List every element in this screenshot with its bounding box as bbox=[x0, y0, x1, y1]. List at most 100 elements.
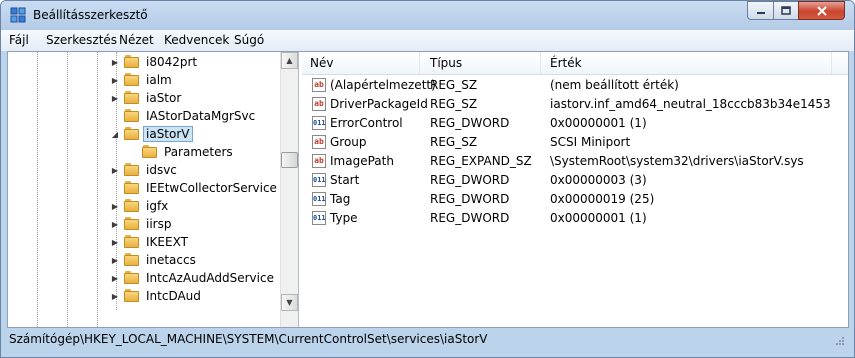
tree-item-label: iaStor bbox=[146, 91, 182, 105]
close-icon bbox=[816, 5, 827, 16]
tree-item[interactable]: Parameters bbox=[128, 143, 236, 161]
column-divider[interactable] bbox=[540, 52, 541, 74]
dword-value-icon: 011 bbox=[312, 211, 326, 225]
tree-item[interactable]: ▶ inetaccs bbox=[110, 251, 199, 269]
dword-value-icon: 011 bbox=[312, 192, 326, 206]
column-header-type[interactable]: Típus bbox=[430, 56, 462, 70]
minimize-icon bbox=[756, 11, 765, 14]
expand-arrow-icon[interactable]: ▶ bbox=[110, 291, 120, 301]
string-value-icon: ab bbox=[312, 135, 326, 149]
expand-arrow-icon[interactable]: ▶ bbox=[110, 219, 120, 229]
scroll-up-button[interactable]: ▲ bbox=[281, 52, 298, 69]
folder-icon bbox=[124, 109, 140, 123]
list-header: Név Típus Érték bbox=[302, 52, 848, 75]
value-row[interactable]: 011 Tag REG_DWORD 0x00000019 (25) bbox=[302, 190, 848, 209]
expand-arrow-icon[interactable]: ▶ bbox=[110, 237, 120, 247]
tree-item[interactable]: ▶ ialm bbox=[110, 71, 175, 89]
expand-arrow-icon[interactable]: ▶ bbox=[110, 75, 120, 85]
tree-item[interactable]: ▶ iirsp bbox=[110, 215, 174, 233]
menu-file[interactable]: Fájl bbox=[9, 33, 29, 47]
tree-item-selected[interactable]: ◢ iaStorV bbox=[110, 125, 193, 143]
resize-grip-icon[interactable] bbox=[835, 336, 845, 346]
dword-value-icon: 011 bbox=[312, 116, 326, 130]
column-header-name[interactable]: Név bbox=[310, 56, 333, 70]
value-data: 0x00000001 (1) bbox=[550, 211, 647, 225]
no-expander bbox=[128, 147, 138, 157]
value-data: iastorv.inf_amd64_neutral_18cccb83b34e14… bbox=[550, 97, 831, 111]
folder-icon bbox=[124, 199, 140, 213]
value-name: (Alapértelmezett) bbox=[330, 78, 436, 92]
values-list: Név Típus Érték ab (Alapértelmezett) REG… bbox=[302, 52, 848, 327]
expand-arrow-icon[interactable]: ▶ bbox=[110, 255, 120, 265]
maximize-icon bbox=[781, 5, 791, 15]
tree-item-label: IntcAzAudAddService bbox=[146, 271, 274, 285]
tree-item[interactable]: ▶ igfx bbox=[110, 197, 171, 215]
menu-edit[interactable]: Szerkesztés bbox=[46, 33, 117, 47]
value-row[interactable]: ab DriverPackageId REG_SZ iastorv.inf_am… bbox=[302, 95, 848, 114]
string-value-icon: ab bbox=[312, 154, 326, 168]
key-tree: ▶ i8042prt ▶ ialm ▶ iaStor IAStorDataMgr… bbox=[8, 52, 299, 327]
expand-arrow-icon[interactable]: ▶ bbox=[110, 165, 120, 175]
menu-favorites[interactable]: Kedvencek bbox=[164, 33, 229, 47]
folder-icon bbox=[124, 163, 140, 177]
tree-item[interactable]: ▶ idsvc bbox=[110, 161, 180, 179]
value-type: REG_DWORD bbox=[430, 116, 510, 130]
value-row[interactable]: ab Group REG_SZ SCSI Miniport bbox=[302, 133, 848, 152]
value-row[interactable]: 011 Type REG_DWORD 0x00000001 (1) bbox=[302, 209, 848, 228]
window-title: Beállításszerkesztő bbox=[33, 8, 148, 22]
value-name: Tag bbox=[330, 192, 351, 206]
folder-icon bbox=[124, 235, 140, 249]
folder-icon bbox=[124, 217, 140, 231]
tree-item-label: ialm bbox=[146, 73, 172, 87]
value-name: Start bbox=[330, 173, 360, 187]
value-type: REG_SZ bbox=[430, 135, 478, 149]
value-data: 0x00000019 (25) bbox=[550, 192, 655, 206]
expand-arrow-icon[interactable]: ▶ bbox=[110, 93, 120, 103]
tree-item[interactable]: ▶ iaStor bbox=[110, 89, 184, 107]
column-divider[interactable] bbox=[419, 52, 420, 74]
menu-view[interactable]: Nézet bbox=[119, 33, 154, 47]
value-row[interactable]: 011 Start REG_DWORD 0x00000003 (3) bbox=[302, 171, 848, 190]
tree-item[interactable]: ▶ IKEEXT bbox=[110, 233, 191, 251]
tree-guide-line bbox=[97, 52, 98, 327]
title-bar[interactable]: Beállításszerkesztő bbox=[1, 1, 854, 30]
tree-scrollbar[interactable]: ▲ ▼ bbox=[280, 52, 298, 327]
menu-help[interactable]: Súgó bbox=[234, 33, 264, 47]
maximize-button[interactable] bbox=[773, 1, 799, 20]
collapse-arrow-icon[interactable]: ◢ bbox=[110, 129, 120, 139]
close-button[interactable] bbox=[798, 1, 845, 20]
value-row[interactable]: 011 ErrorControl REG_DWORD 0x00000001 (1… bbox=[302, 114, 848, 133]
value-name: Type bbox=[330, 211, 358, 225]
value-type: REG_SZ bbox=[430, 78, 478, 92]
column-header-value[interactable]: Érték bbox=[550, 56, 582, 70]
scroll-thumb[interactable] bbox=[281, 152, 298, 168]
folder-icon bbox=[124, 55, 140, 69]
tree-item[interactable]: ▶ IntcAzAudAddService bbox=[110, 269, 277, 287]
tree-item-label: idsvc bbox=[146, 163, 177, 177]
value-row[interactable]: ab (Alapértelmezett) REG_SZ (nem beállít… bbox=[302, 76, 848, 95]
value-type: REG_SZ bbox=[430, 97, 478, 111]
menu-bar: Fájl Szerkesztés Nézet Kedvencek Súgó bbox=[1, 30, 854, 52]
minimize-button[interactable] bbox=[747, 1, 774, 20]
expand-arrow-icon[interactable]: ▶ bbox=[110, 201, 120, 211]
value-name: DriverPackageId bbox=[330, 97, 428, 111]
value-row[interactable]: ab ImagePath REG_EXPAND_SZ \SystemRoot\s… bbox=[302, 152, 848, 171]
tree-guide-line bbox=[67, 52, 68, 327]
value-data: 0x00000003 (3) bbox=[550, 173, 647, 187]
registry-editor-icon bbox=[10, 7, 26, 23]
tree-item[interactable]: ▶ i8042prt bbox=[110, 53, 200, 71]
expand-arrow-icon[interactable]: ▶ bbox=[110, 57, 120, 67]
value-data: \SystemRoot\system32\drivers\iaStorV.sys bbox=[550, 154, 804, 168]
tree-item[interactable]: IEEtwCollectorService bbox=[110, 179, 280, 197]
tree-item[interactable]: IAStorDataMgrSvc bbox=[110, 107, 258, 125]
scroll-down-button[interactable]: ▼ bbox=[281, 294, 298, 311]
tree-item-label: IAStorDataMgrSvc bbox=[146, 109, 256, 123]
string-value-icon: ab bbox=[312, 97, 326, 111]
value-data: 0x00000001 (1) bbox=[550, 116, 647, 130]
tree-item[interactable]: ▶ IntcDAud bbox=[110, 287, 204, 305]
tree-item-label: IKEEXT bbox=[146, 235, 188, 249]
expand-arrow-icon[interactable]: ▶ bbox=[110, 273, 120, 283]
column-divider[interactable] bbox=[831, 52, 832, 74]
value-type: REG_DWORD bbox=[430, 192, 510, 206]
folder-icon bbox=[124, 73, 140, 87]
